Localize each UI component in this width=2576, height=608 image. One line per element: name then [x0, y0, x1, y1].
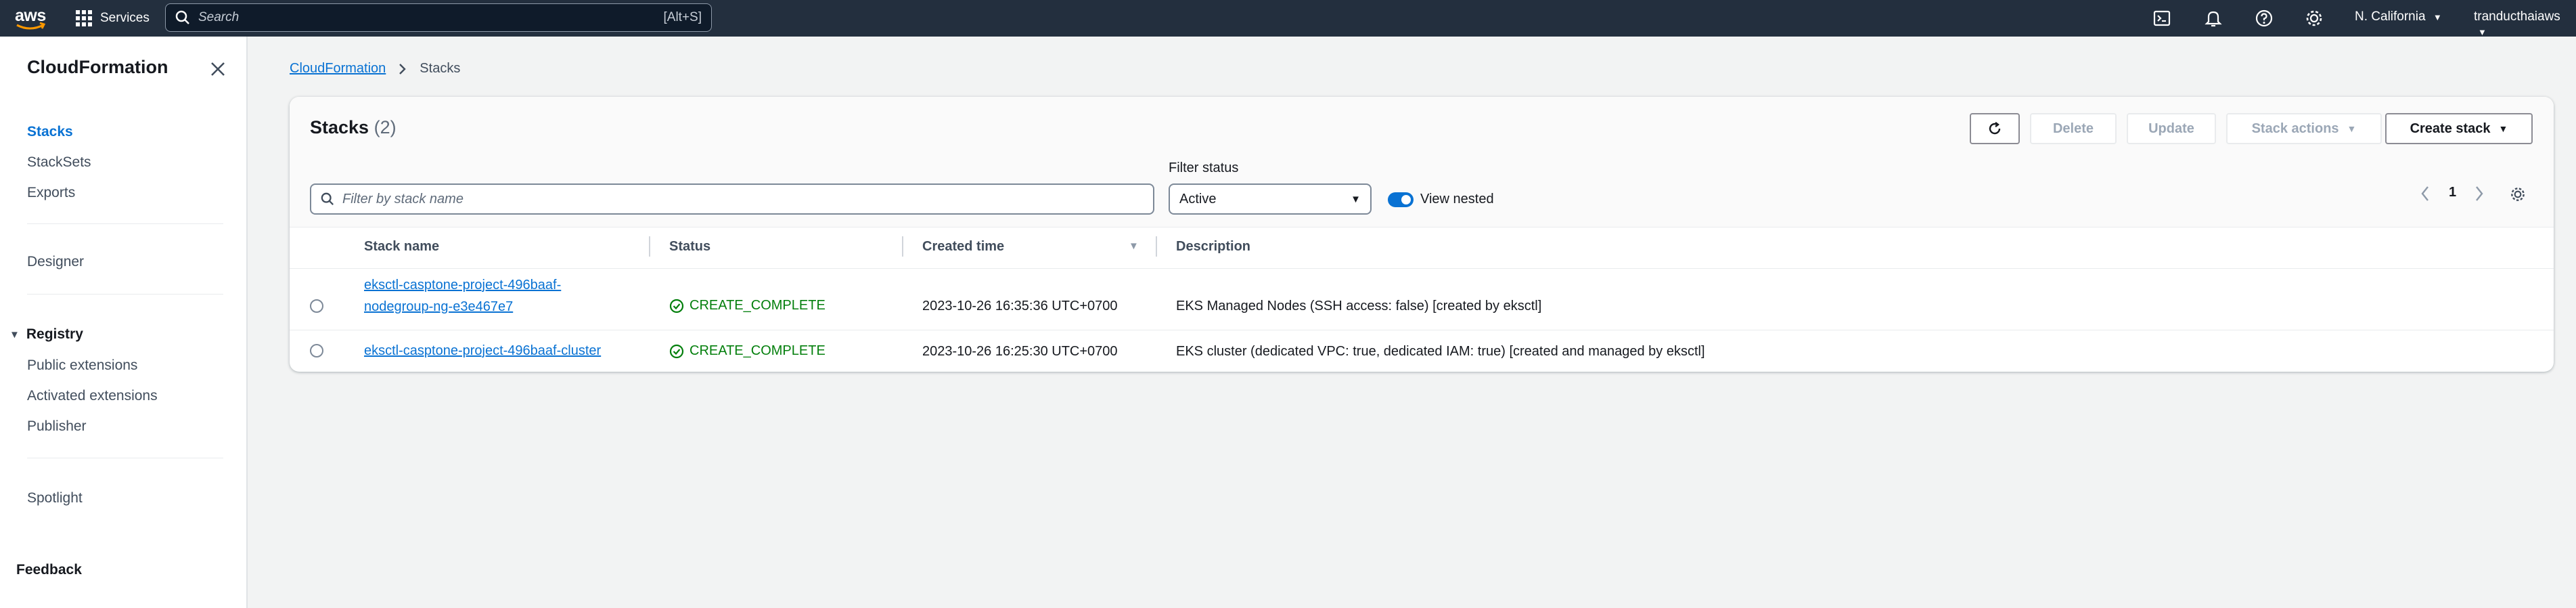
description: EKS cluster (dedicated VPC: true, dedica…: [1176, 344, 1705, 359]
registry-label: Registry: [26, 326, 83, 342]
stacks-table-header: Stacks (2) Delete Update Stack actions ▼…: [290, 97, 2554, 227]
success-check-icon: [669, 344, 684, 358]
sidebar-item-designer[interactable]: Designer: [27, 254, 84, 270]
column-resizer[interactable]: [902, 236, 903, 257]
cloudshell-icon[interactable]: [2152, 8, 2172, 28]
services-menu[interactable]: Services: [76, 10, 150, 26]
gear-icon[interactable]: [2509, 186, 2527, 203]
status-badge: CREATE_COMPLETE: [669, 298, 826, 313]
row-select-radio[interactable]: [310, 299, 323, 313]
sidebar-item-spotlight[interactable]: Spotlight: [27, 490, 83, 506]
breadcrumb: CloudFormation Stacks: [290, 61, 460, 77]
status-text: CREATE_COMPLETE: [690, 298, 826, 313]
region-label: N. California: [2355, 9, 2426, 24]
top-navigation: aws Services [Alt+S] N. California: [0, 0, 2576, 37]
sidenav-title: CloudFormation: [27, 57, 168, 77]
grid-icon: [76, 10, 92, 26]
update-button[interactable]: Update: [2127, 113, 2216, 144]
created-time: 2023-10-26 16:35:36 UTC+0700: [922, 299, 1118, 313]
stacks-title: Stacks: [310, 117, 369, 137]
caret-down-icon: ▼: [2478, 27, 2487, 37]
stack-name-filter[interactable]: [310, 183, 1154, 215]
column-resizer[interactable]: [1156, 236, 1157, 257]
sort-descending-icon[interactable]: ▼: [1129, 240, 1139, 252]
stack-name-line: eksctl-casptone-project-496baaf-: [364, 278, 562, 292]
stack-name-line: nodegroup-ng-e3e467e7: [364, 299, 514, 314]
description: EKS Managed Nodes (SSH access: false) [c…: [1176, 299, 1542, 313]
refresh-button[interactable]: [1970, 113, 2020, 144]
sidebar-item-stacksets[interactable]: StackSets: [27, 154, 91, 171]
stack-actions-label: Stack actions: [2251, 121, 2339, 136]
page-title: Stacks (2): [310, 117, 397, 138]
breadcrumb-cloudformation-link[interactable]: CloudFormation: [290, 61, 386, 77]
help-icon[interactable]: [2254, 8, 2274, 28]
aws-smile-icon: [16, 22, 46, 30]
success-check-icon: [669, 299, 684, 313]
stack-name-link[interactable]: eksctl-casptone-project-496baaf- nodegro…: [364, 274, 561, 318]
aws-logo[interactable]: aws: [15, 5, 47, 32]
row-select-radio[interactable]: [310, 344, 323, 357]
sidebar-item-exports[interactable]: Exports: [27, 185, 75, 201]
column-header-stack-name[interactable]: Stack name: [364, 239, 439, 255]
status-text: CREATE_COMPLETE: [690, 343, 826, 358]
close-icon[interactable]: [208, 60, 227, 79]
account-label: tranducthaiaws: [2474, 9, 2560, 24]
caret-down-icon: ▼: [2433, 12, 2442, 22]
account-menu[interactable]: tranducthaiaws ▼: [2474, 9, 2576, 39]
chevron-right-icon[interactable]: [2474, 185, 2485, 202]
filter-status-label: Filter status: [1169, 160, 1239, 175]
chevron-left-icon[interactable]: [2420, 185, 2431, 202]
stack-name-link[interactable]: eksctl-casptone-project-496baaf-cluster: [364, 340, 601, 362]
caret-down-icon: ▼: [2498, 123, 2508, 134]
divider: [27, 294, 223, 295]
status-badge: CREATE_COMPLETE: [669, 343, 826, 359]
region-selector[interactable]: N. California ▼: [2355, 9, 2442, 24]
sidebar-item-public-extensions[interactable]: Public extensions: [27, 357, 137, 374]
gear-icon[interactable]: [2304, 8, 2324, 28]
column-resizer[interactable]: [649, 236, 650, 257]
sidebar-item-publisher[interactable]: Publisher: [27, 418, 87, 435]
bell-icon[interactable]: [2203, 8, 2223, 28]
search-box[interactable]: [Alt+S]: [165, 3, 712, 32]
divider: [290, 268, 2554, 269]
caret-down-icon: ▼: [9, 328, 20, 341]
view-nested-label: View nested: [1420, 192, 1494, 207]
page-number[interactable]: 1: [2449, 185, 2456, 200]
column-header-status[interactable]: Status: [669, 239, 710, 255]
search-icon: [321, 192, 334, 205]
stacks-table-container: Stacks (2) Delete Update Stack actions ▼…: [290, 97, 2554, 372]
sidebar-item-activated-extensions[interactable]: Activated extensions: [27, 388, 158, 404]
filter-status-select[interactable]: Active ▼: [1169, 183, 1372, 215]
create-stack-button[interactable]: Create stack ▼: [2385, 113, 2533, 144]
caret-down-icon: ▼: [2347, 123, 2357, 134]
filter-status-value: Active: [1179, 191, 1217, 207]
breadcrumb-current: Stacks: [420, 61, 461, 76]
column-header-description[interactable]: Description: [1176, 239, 1250, 255]
column-header-created-time[interactable]: Created time: [922, 239, 1004, 255]
divider: [27, 223, 223, 224]
search-icon: [175, 10, 189, 24]
chevron-right-icon: [399, 63, 406, 74]
stack-actions-button[interactable]: Stack actions ▼: [2226, 113, 2382, 144]
view-nested-toggle[interactable]: [1388, 192, 1414, 207]
stack-name-line: eksctl-casptone-project-496baaf-cluster: [364, 343, 602, 358]
side-navigation: CloudFormation Stacks StackSets Exports …: [0, 37, 248, 608]
services-label: Services: [100, 11, 150, 25]
delete-button[interactable]: Delete: [2030, 113, 2117, 144]
feedback-link[interactable]: Feedback: [16, 562, 82, 578]
create-stack-label: Create stack: [2410, 121, 2491, 136]
search-input[interactable]: [197, 9, 664, 26]
created-time: 2023-10-26 16:25:30 UTC+0700: [922, 344, 1118, 359]
refresh-icon: [1989, 122, 2001, 135]
stack-name-filter-input[interactable]: [341, 190, 1153, 208]
caret-down-icon: ▼: [1351, 193, 1361, 205]
stacks-count: (2): [374, 117, 397, 137]
sidebar-item-stacks[interactable]: Stacks: [27, 124, 73, 140]
sidebar-section-registry[interactable]: ▼ Registry: [9, 326, 83, 343]
search-shortcut-hint: [Alt+S]: [663, 10, 702, 24]
